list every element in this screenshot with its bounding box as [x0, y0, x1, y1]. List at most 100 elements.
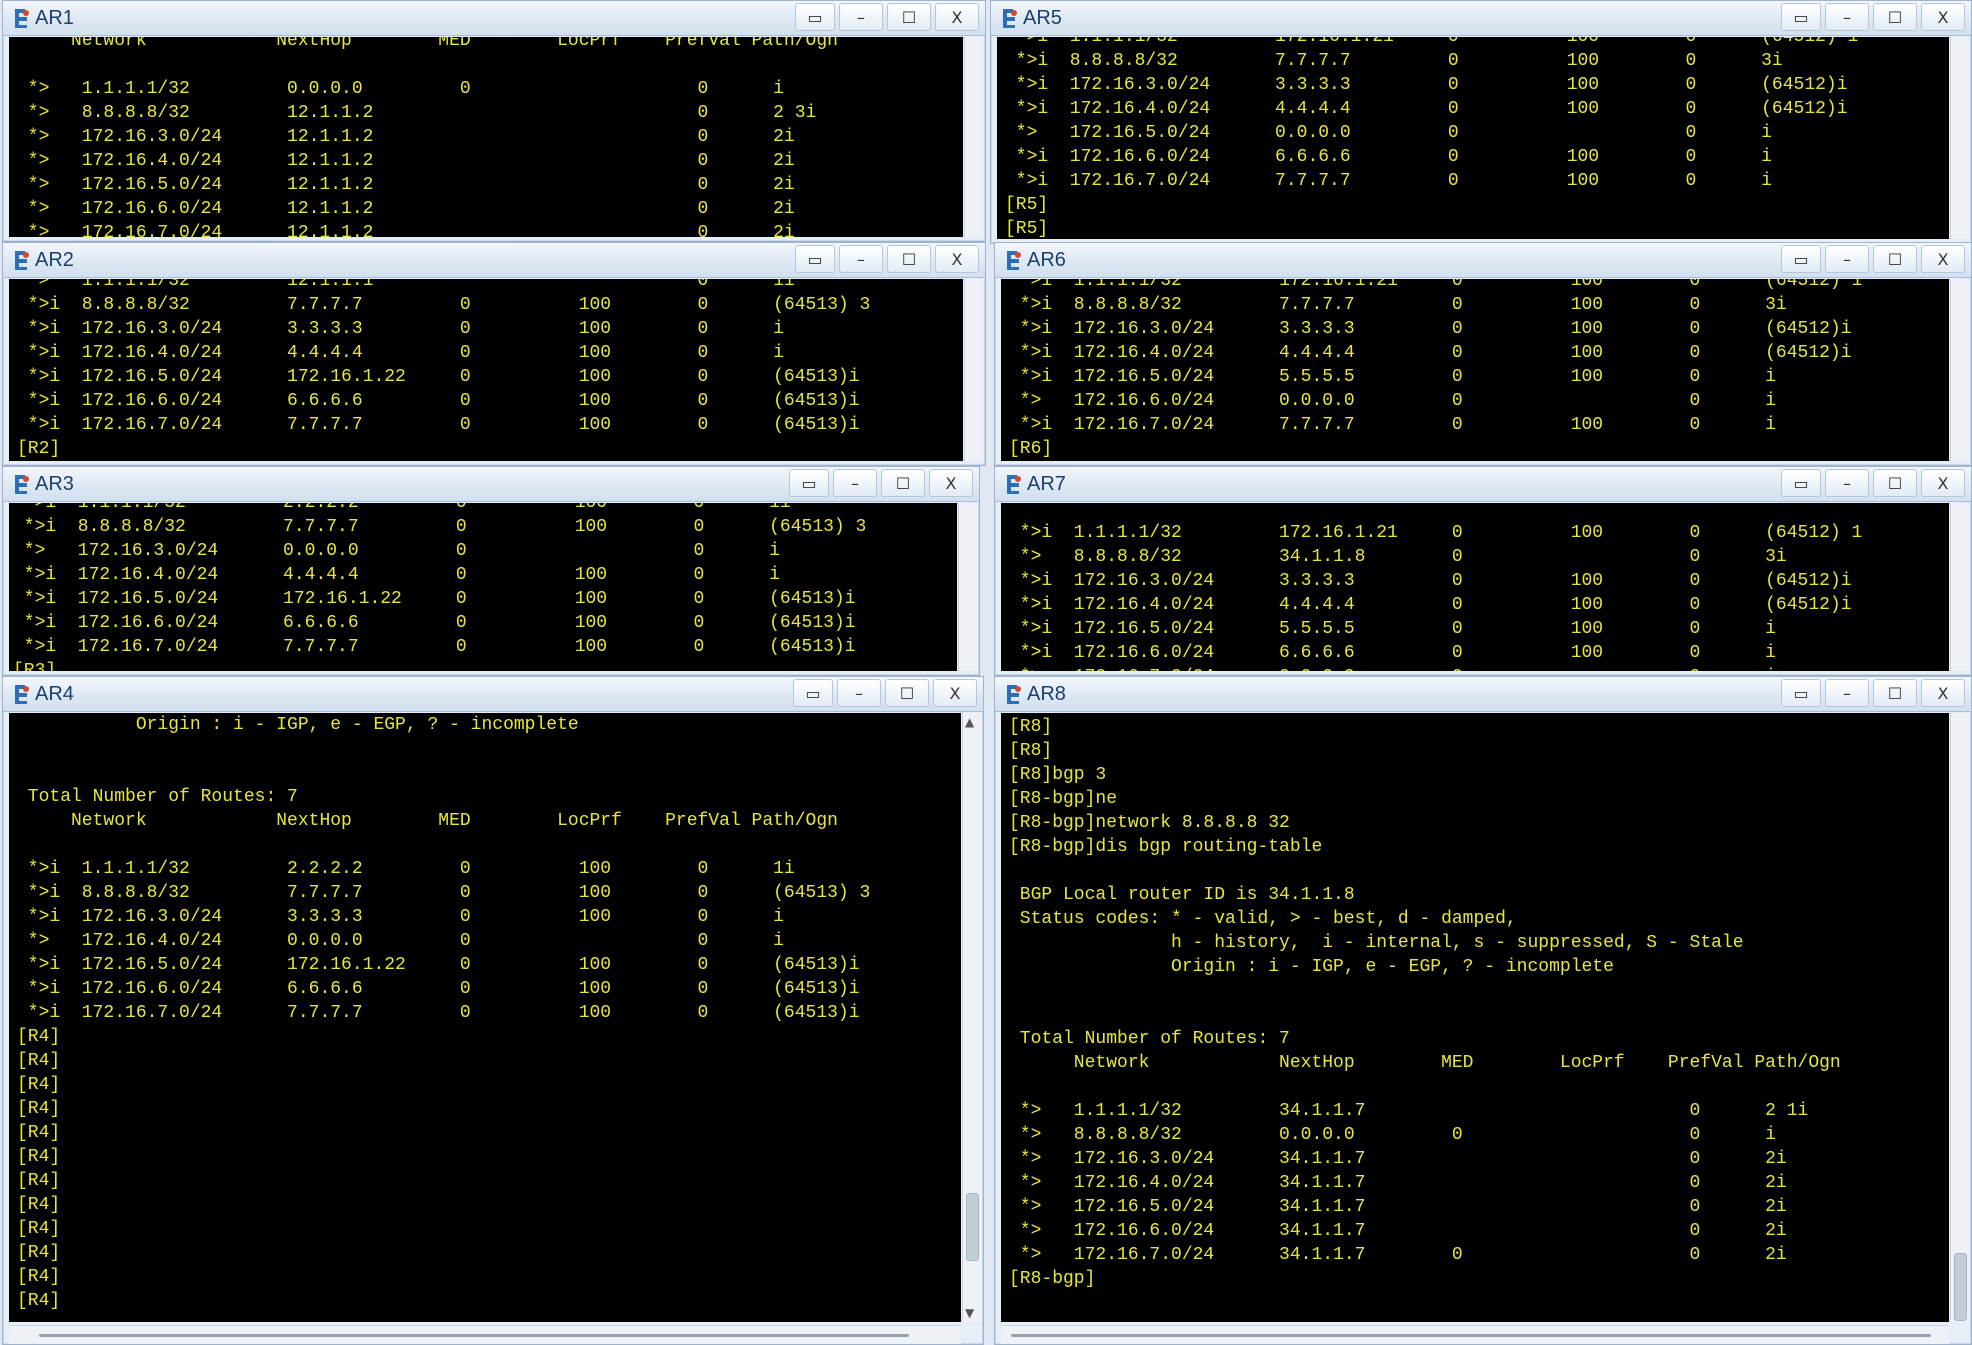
vertical-scrollbar[interactable] — [1950, 503, 1969, 671]
terminal-line: *>i 172.16.4.0/24 4.4.4.4 0 100 0 i — [17, 343, 784, 363]
title-bar[interactable]: AR5 ▭ – ☐ X — [991, 1, 1971, 36]
maximize-button[interactable]: ☐ — [887, 245, 931, 273]
scrollbar-thumb[interactable] — [1011, 1334, 1931, 1337]
minimize-button[interactable]: – — [1825, 469, 1869, 497]
terminal-output[interactable]: *>i 1.1.1.1/32 2.2.2.2 0 100 0 1i *>i 8.… — [9, 503, 957, 671]
terminal-line: *>i 172.16.6.0/24 6.6.6.6 0 100 0 (64513… — [13, 613, 856, 633]
terminal-output[interactable]: Network NextHop MED LocPrf PrefVal Path/… — [9, 37, 963, 237]
minimize-button[interactable]: – — [839, 245, 883, 273]
terminal-line: [R4] — [17, 1291, 61, 1311]
title-bar[interactable]: AR2 ▭ – ☐ X — [3, 243, 985, 278]
terminal-line: Total Number of Routes: 7 — [1009, 1029, 1290, 1049]
maximize-button[interactable]: ☐ — [1873, 3, 1917, 31]
maximize-button[interactable]: ☐ — [1873, 679, 1917, 707]
maximize-button[interactable]: ☐ — [1873, 469, 1917, 497]
minimize-button[interactable]: – — [837, 679, 881, 707]
restore-layout-button[interactable]: ▭ — [795, 245, 835, 273]
terminal-line: *> 8.8.8.8/32 0.0.0.0 0 0 i — [1009, 1125, 1776, 1145]
scroll-down-icon[interactable]: ▼ — [965, 1306, 974, 1320]
terminal-output[interactable]: [R8] [R8] [R8]bgp 3 [R8-bgp]ne [R8-bgp]netwo… — [1001, 713, 1949, 1322]
terminal-line: *>i 1.1.1.1/32 172.16.1.21 0 100 0 (6451… — [1005, 37, 1859, 47]
window-title: AR8 — [1027, 683, 1066, 705]
minimize-button[interactable]: – — [833, 469, 877, 497]
terminal-line: *>i 172.16.5.0/24 5.5.5.5 0 100 0 i — [1009, 619, 1776, 639]
terminal-line: *> 172.16.4.0/24 34.1.1.7 0 2i — [1009, 1173, 1787, 1193]
terminal-line: Origin : i - IGP, e - EGP, ? - incomplet… — [1009, 957, 1614, 977]
close-button[interactable]: X — [935, 3, 979, 31]
maximize-button[interactable]: ☐ — [885, 679, 929, 707]
window-ar3: AR3 ▭ – ☐ X *>i 1.1.1.1/32 2.2.2.2 0 100… — [2, 466, 980, 676]
vertical-scrollbar[interactable] — [964, 37, 983, 237]
terminal-line: *>i 172.16.5.0/24 172.16.1.22 0 100 0 (6… — [13, 589, 856, 609]
window-title: AR4 — [35, 683, 74, 705]
vertical-scrollbar[interactable] — [1950, 37, 1969, 239]
scrollbar-thumb[interactable] — [39, 1334, 909, 1337]
close-button[interactable]: X — [1921, 679, 1965, 707]
title-bar[interactable]: AR3 ▭ – ☐ X — [3, 467, 979, 502]
terminal-line: [R4] — [17, 1219, 61, 1239]
scroll-up-icon[interactable]: ▲ — [965, 715, 974, 729]
restore-layout-button[interactable]: ▭ — [795, 3, 835, 31]
close-button[interactable]: X — [1921, 245, 1965, 273]
vertical-scrollbar[interactable] — [1950, 713, 1969, 1322]
close-button[interactable]: X — [929, 469, 973, 497]
terminal-output[interactable]: *> 1.1.1.1/32 12.1.1.1 0 1i *>i 8.8.8.8/… — [9, 279, 963, 461]
vertical-scrollbar[interactable] — [958, 503, 977, 671]
terminal-line: [R2] — [17, 439, 61, 459]
terminal-line: [R5] — [1005, 195, 1049, 215]
terminal-line: *>i 172.16.7.0/24 7.7.7.7 0 100 0 (64513… — [17, 415, 860, 435]
terminal-line: [R5] — [1005, 219, 1049, 239]
terminal-line: [R4] — [17, 1099, 61, 1119]
vertical-scrollbar[interactable] — [1950, 279, 1969, 461]
terminal-line: [R3] — [13, 661, 57, 671]
terminal-line: *> 172.16.4.0/24 12.1.1.2 0 2i — [17, 151, 795, 171]
title-bar[interactable]: AR8 ▭ – ☐ X — [995, 677, 1971, 712]
vertical-scrollbar[interactable]: ▲ ▼ — [962, 713, 981, 1322]
minimize-button[interactable]: – — [1825, 3, 1869, 31]
router-icon — [15, 9, 29, 28]
close-button[interactable]: X — [1921, 3, 1965, 31]
close-button[interactable]: X — [935, 245, 979, 273]
minimize-button[interactable]: – — [839, 3, 883, 31]
vertical-scrollbar[interactable] — [964, 279, 983, 461]
restore-layout-button[interactable]: ▭ — [789, 469, 829, 497]
title-bar[interactable]: AR4 ▭ – ☐ X — [3, 677, 983, 712]
terminal-line: *> 172.16.5.0/24 12.1.1.2 0 2i — [17, 175, 795, 195]
restore-layout-button[interactable]: ▭ — [1781, 245, 1821, 273]
restore-layout-button[interactable]: ▭ — [1781, 3, 1821, 31]
title-bar[interactable]: AR6 ▭ – ☐ X — [995, 243, 1971, 278]
terminal-line: *> 172.16.3.0/24 12.1.1.2 0 2i — [17, 127, 795, 147]
router-icon — [15, 685, 29, 704]
terminal-line: *> 1.1.1.1/32 12.1.1.1 0 1i — [17, 279, 795, 291]
close-button[interactable]: X — [933, 679, 977, 707]
terminal-line: *>i 172.16.7.0/24 7.7.7.7 0 100 0 i — [1005, 171, 1772, 191]
router-icon — [1007, 251, 1021, 270]
horizontal-scrollbar[interactable] — [1001, 1325, 1949, 1344]
title-bar[interactable]: AR7 ▭ – ☐ X — [995, 467, 1971, 502]
restore-layout-button[interactable]: ▭ — [1781, 469, 1821, 497]
restore-layout-button[interactable]: ▭ — [793, 679, 833, 707]
maximize-button[interactable]: ☐ — [881, 469, 925, 497]
restore-layout-button[interactable]: ▭ — [1781, 679, 1821, 707]
terminal-output[interactable]: Origin : i - IGP, e - EGP, ? - incomplet… — [9, 713, 961, 1322]
minimize-button[interactable]: – — [1825, 245, 1869, 273]
terminal-output[interactable]: *>i 1.1.1.1/32 172.16.1.21 0 100 0 (6451… — [997, 37, 1949, 239]
terminal-line: *>i 1.1.1.1/32 2.2.2.2 0 100 0 1i — [17, 859, 795, 879]
maximize-button[interactable]: ☐ — [887, 3, 931, 31]
router-icon — [1003, 9, 1017, 28]
terminal-output[interactable]: *>i 1.1.1.1/32 172.16.1.21 0 100 0 (6451… — [1001, 279, 1949, 461]
close-button[interactable]: X — [1921, 469, 1965, 497]
terminal-line: *> 172.16.3.0/24 0.0.0.0 0 0 i — [13, 541, 780, 561]
maximize-button[interactable]: ☐ — [1873, 245, 1917, 273]
title-bar[interactable]: AR1 ▭ – ☐ X — [3, 1, 985, 36]
terminal-line: *> 172.16.7.0/24 0.0.0.0 0 0 i — [1009, 665, 1862, 671]
terminal-output[interactable]: *>i 1.1.1.1/32 172.16.1.21 0 100 0 (6451… — [1001, 503, 1949, 671]
router-icon — [15, 251, 29, 270]
minimize-button[interactable]: – — [1825, 679, 1869, 707]
horizontal-scrollbar[interactable] — [9, 1325, 961, 1344]
scrollbar-thumb[interactable] — [1954, 1253, 1967, 1321]
scrollbar-thumb[interactable] — [966, 1193, 979, 1261]
terminal-line: *>i 172.16.6.0/24 6.6.6.6 0 100 0 (64513… — [17, 391, 860, 411]
